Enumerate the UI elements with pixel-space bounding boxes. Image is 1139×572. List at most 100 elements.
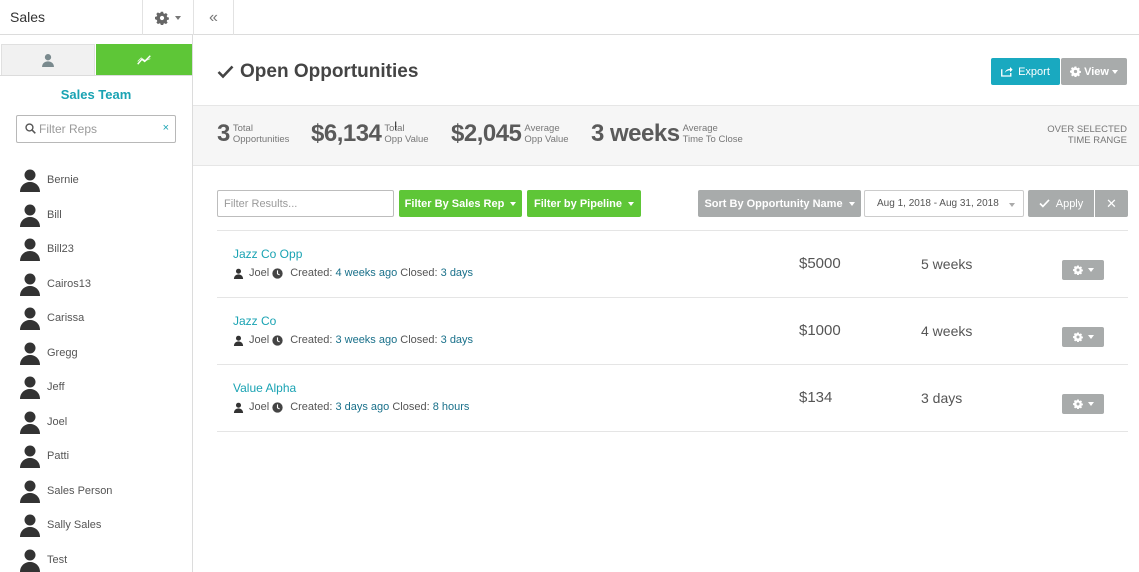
created-label: Created:: [290, 334, 333, 346]
stat-label: Average Opp Value: [524, 123, 569, 145]
clock-icon: [272, 401, 283, 413]
person-icon: [20, 273, 40, 296]
rep-name: Gregg: [47, 346, 78, 359]
closed-value: 3 days: [440, 334, 474, 346]
row-actions-button[interactable]: [1062, 327, 1104, 347]
rep-name: Joel: [47, 415, 68, 428]
stat-value: 3 weeks: [591, 120, 680, 147]
apply-label: Apply: [1055, 197, 1084, 210]
tab-people[interactable]: [1, 44, 95, 75]
stat-value: $6,134: [311, 120, 382, 147]
person-icon: [20, 169, 40, 192]
clock-icon: [272, 267, 283, 279]
top-bar: Sales «: [0, 0, 1139, 35]
opportunity-name-link[interactable]: Jazz Co Opp: [233, 247, 302, 261]
stat-total-opp-value: $6,134 Total Opp Value: [311, 120, 429, 148]
rep-list-item[interactable]: Bill: [18, 200, 62, 230]
filter-results-input[interactable]: [218, 191, 393, 216]
opportunity-meta: Joel Created: 3 weeks ago Closed: 3 days: [233, 334, 473, 346]
opportunity-meta: Joel Created: 4 weeks ago Closed: 3 days: [233, 267, 473, 279]
tab-divider: [0, 75, 192, 76]
rep-list-item[interactable]: Sales Person: [18, 476, 112, 506]
rep-name: Patti: [47, 450, 70, 462]
owner-name: Joel: [249, 334, 270, 346]
opportunity-meta: Joel Created: 3 days ago Closed: 8 hours: [233, 401, 469, 413]
rep-name: Test: [47, 553, 68, 566]
row-actions-button[interactable]: [1062, 260, 1104, 280]
rep-list-item[interactable]: Joel: [18, 407, 67, 437]
filter-reps-input[interactable]: [39, 120, 157, 138]
filter-by-pipeline-button[interactable]: Filter by Pipeline: [527, 190, 641, 217]
chevron-down-icon: [848, 201, 855, 206]
chevron-down-icon: [1087, 402, 1094, 406]
opportunity-name-link[interactable]: Jazz Co: [233, 314, 276, 328]
stat-total-opportunities: 3 Total Opportunities: [217, 120, 289, 148]
settings-menu-button[interactable]: [142, 0, 192, 35]
stats-band: 3 Total Opportunities $6,134 Total Opp Val…: [193, 105, 1139, 166]
sort-by-button[interactable]: Sort By Opportunity Name: [698, 190, 861, 217]
text-cursor-icon: I: [394, 119, 398, 133]
close-icon: ✕: [1106, 195, 1117, 211]
page-title-text: Open Opportunities: [240, 61, 419, 82]
person-icon: [20, 411, 40, 434]
person-icon: [20, 445, 40, 468]
person-icon: [233, 268, 244, 279]
rep-list-item[interactable]: Patti: [18, 441, 69, 471]
owner-name: Joel: [249, 401, 270, 413]
time-range-note: OVER SELECTED TIME RANGE: [1047, 124, 1127, 146]
clear-filter-icon[interactable]: ×: [163, 122, 169, 134]
clock-icon: [272, 334, 283, 346]
rep-name: Carissa: [47, 312, 85, 324]
view-button[interactable]: View: [1061, 58, 1127, 85]
export-label: Export: [1018, 65, 1050, 78]
rep-list-item[interactable]: Bill23: [18, 234, 74, 264]
opportunity-name-link[interactable]: Value Alpha: [233, 381, 296, 395]
chevron-down-icon: [1009, 203, 1015, 207]
filter-by-sales-rep-button[interactable]: Filter By Sales Rep: [399, 190, 522, 217]
rep-list-item[interactable]: Gregg: [18, 338, 78, 368]
apply-button[interactable]: Apply: [1028, 190, 1094, 217]
filter-reps-field[interactable]: ×: [16, 115, 176, 143]
collapse-sidebar-button[interactable]: «: [193, 0, 234, 35]
date-range-select[interactable]: Aug 1, 2018 - Aug 31, 2018: [864, 190, 1024, 217]
filter-by-pipeline-label: Filter by Pipeline: [533, 197, 623, 210]
gear-icon: [154, 11, 169, 25]
stat-label: Average Time To Close: [682, 123, 743, 145]
page-title: Open Opportunities: [217, 61, 418, 83]
rep-name: Jeff: [47, 381, 65, 393]
opportunity-value: $5000: [799, 255, 841, 272]
team-title: Sales Team: [60, 87, 132, 102]
stat-value: $2,045: [451, 120, 522, 147]
chevron-down-icon: [1087, 335, 1094, 339]
sort-by-label: Sort By Opportunity Name: [704, 197, 843, 210]
search-icon: [25, 123, 36, 134]
rep-list-item[interactable]: Cairos13: [18, 269, 91, 299]
person-icon: [42, 54, 54, 67]
chevron-down-icon: [1111, 69, 1118, 74]
checkmark-icon: [1039, 199, 1050, 208]
opportunity-duration: 3 days: [921, 390, 963, 406]
person-icon: [233, 402, 244, 413]
tab-analytics[interactable]: [96, 44, 192, 75]
rep-list-item[interactable]: Carissa: [18, 303, 84, 333]
rep-list-item[interactable]: Sally Sales: [18, 510, 101, 540]
rep-list-item[interactable]: Bernie: [18, 165, 79, 195]
rep-list-item[interactable]: Test: [18, 545, 67, 572]
opportunity-duration: 5 weeks: [921, 256, 973, 272]
opportunity-row: Jazz Co Opp Joel Created: 4 weeks ago Clos…: [217, 231, 1128, 298]
person-icon: [20, 549, 40, 572]
created-value: 3 days ago: [335, 401, 390, 413]
stat-label: Total Opp Value: [384, 123, 429, 145]
rep-name: Cairos13: [47, 277, 92, 290]
view-label: View: [1084, 65, 1109, 78]
person-icon: [20, 480, 40, 503]
row-actions-button[interactable]: [1062, 394, 1104, 414]
rep-list-item[interactable]: Jeff: [18, 372, 65, 402]
rep-name: Bill: [47, 208, 62, 221]
filter-results-field[interactable]: [217, 190, 394, 217]
closed-label: Closed:: [392, 401, 430, 413]
export-button[interactable]: Export: [991, 58, 1060, 85]
sidebar: Sales Team × Bernie Bill Bill23 Cairos13 Car…: [0, 35, 193, 572]
gear-icon: [1072, 265, 1083, 275]
clear-filters-button[interactable]: ✕: [1095, 190, 1128, 217]
